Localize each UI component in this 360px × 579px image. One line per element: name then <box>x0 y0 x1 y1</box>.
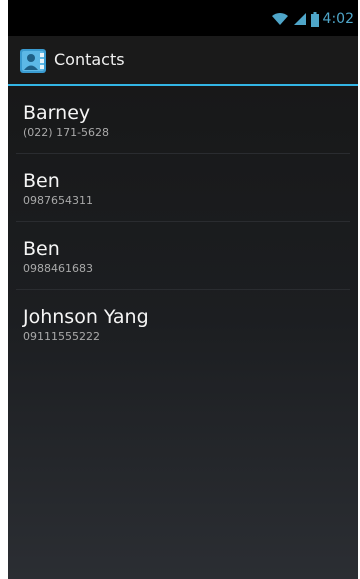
phone-screen: 4:02 Contacts Barney (022) 171-5628 Ben … <box>8 0 358 579</box>
app-title: Contacts <box>54 50 125 69</box>
contact-phone: 0988461683 <box>23 262 93 275</box>
contact-name: Ben <box>23 238 60 260</box>
contact-item[interactable]: Ben 0988461683 <box>8 222 358 290</box>
contact-item[interactable]: Johnson Yang 09111555222 <box>8 290 358 358</box>
status-bar: 4:02 <box>8 0 358 36</box>
wifi-icon <box>271 12 288 25</box>
contact-phone: 09111555222 <box>23 330 100 343</box>
contact-name: Johnson Yang <box>23 306 149 328</box>
status-icons: 4:02 <box>271 10 354 28</box>
contact-name: Ben <box>23 170 60 192</box>
contact-list: Barney (022) 171-5628 Ben 0987654311 Ben… <box>8 86 358 358</box>
contact-phone: 0987654311 <box>23 194 93 207</box>
status-time: 4:02 <box>322 11 354 27</box>
action-bar: Contacts <box>8 36 358 86</box>
contact-item[interactable]: Ben 0987654311 <box>8 154 358 222</box>
signal-icon <box>293 13 306 25</box>
contact-name: Barney <box>23 102 91 124</box>
contacts-icon[interactable] <box>20 49 46 73</box>
contact-item[interactable]: Barney (022) 171-5628 <box>8 86 358 154</box>
contact-phone: (022) 171-5628 <box>23 126 110 139</box>
battery-icon <box>310 11 319 27</box>
